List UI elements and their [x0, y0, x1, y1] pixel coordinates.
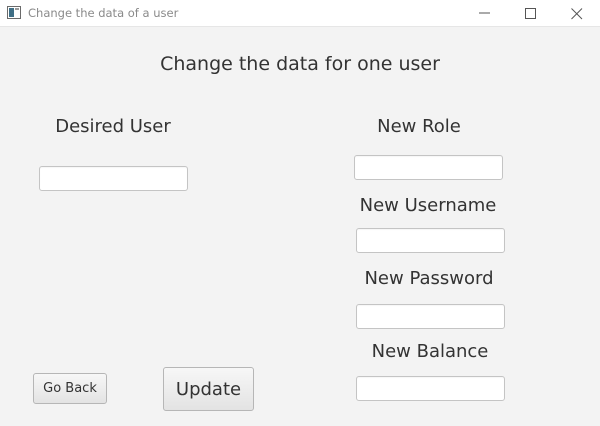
window-title: Change the data of a user	[28, 6, 179, 20]
new-username-label: New Username	[359, 195, 497, 216]
new-password-input[interactable]	[356, 304, 505, 329]
new-password-label: New Password	[364, 268, 494, 289]
minimize-icon	[479, 12, 490, 14]
new-username-input[interactable]	[356, 228, 505, 253]
close-icon	[571, 8, 583, 20]
go-back-button[interactable]: Go Back	[33, 373, 107, 404]
new-balance-input[interactable]	[356, 376, 505, 401]
close-button[interactable]	[554, 0, 600, 27]
title-bar: Change the data of a user	[0, 0, 600, 27]
new-balance-label: New Balance	[371, 341, 489, 362]
update-button[interactable]: Update	[163, 367, 254, 411]
desired-user-input[interactable]	[39, 166, 188, 191]
desired-user-label: Desired User	[55, 116, 171, 137]
maximize-icon	[525, 8, 536, 19]
app-window-icon	[7, 6, 21, 19]
new-role-label: New Role	[377, 116, 461, 137]
page-heading: Change the data for one user	[160, 53, 440, 75]
minimize-button[interactable]	[462, 0, 508, 27]
new-role-input[interactable]	[354, 155, 503, 180]
maximize-button[interactable]	[508, 0, 554, 27]
